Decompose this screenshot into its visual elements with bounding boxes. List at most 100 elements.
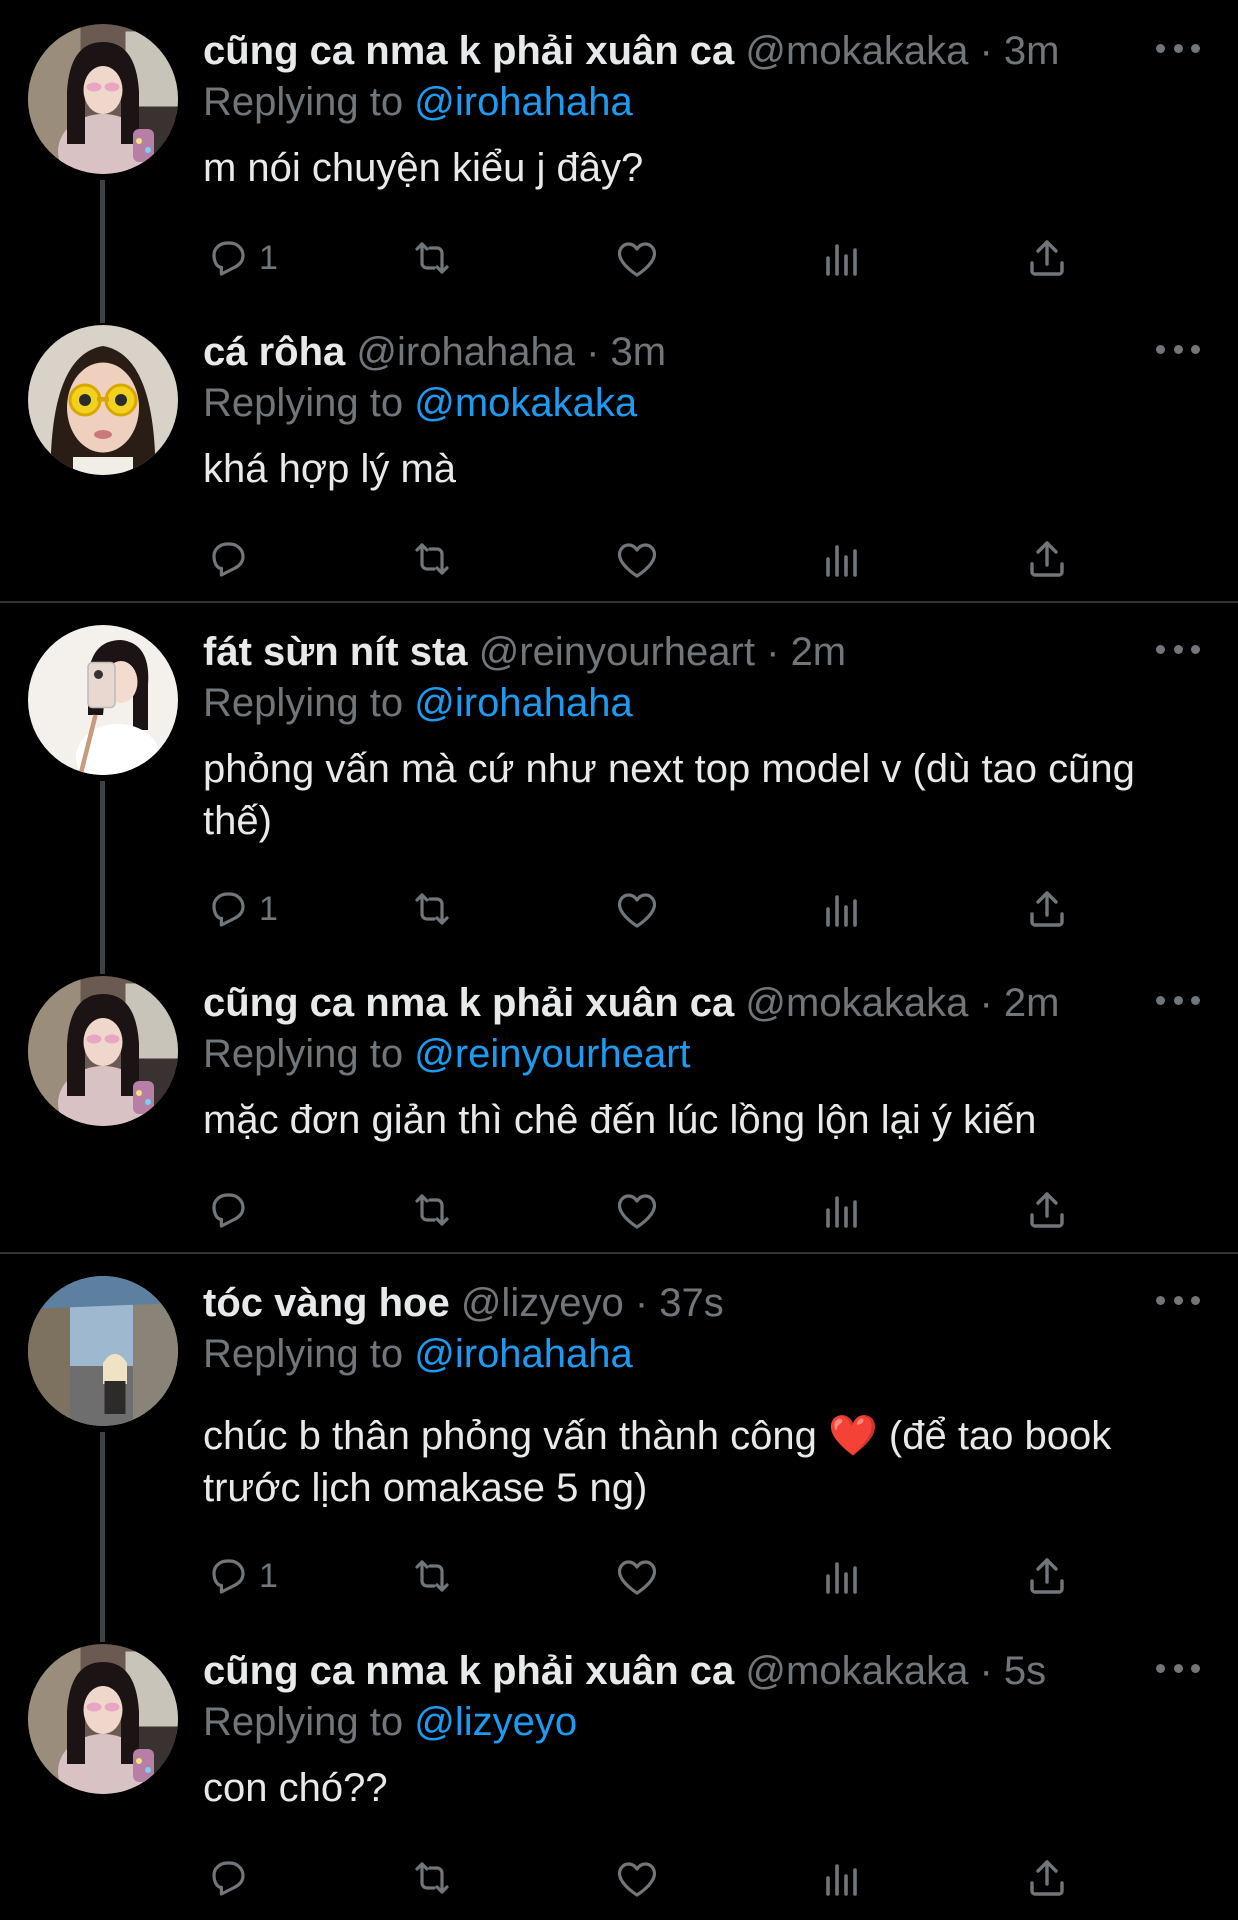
like-button[interactable] xyxy=(613,881,661,937)
retweet-button[interactable] xyxy=(408,1182,456,1238)
avatar[interactable] xyxy=(28,325,178,475)
avatar[interactable] xyxy=(28,1276,178,1426)
mention-link[interactable]: @irohahaha xyxy=(414,80,633,124)
user-handle[interactable]: @mokakaka xyxy=(745,981,968,1025)
timestamp[interactable]: 3m xyxy=(611,330,667,374)
timestamp[interactable]: 37s xyxy=(659,1281,724,1325)
share-icon xyxy=(1023,234,1071,282)
action-bar xyxy=(203,1850,1103,1906)
share-button[interactable] xyxy=(1023,531,1071,587)
tweet-header: cũng ca nma k phải xuân ca @mokakaka · 3… xyxy=(203,26,1148,76)
more-icon[interactable] xyxy=(1156,339,1200,359)
more-icon[interactable] xyxy=(1156,1658,1200,1678)
replying-prefix: Replying to xyxy=(203,80,404,124)
reply-button[interactable] xyxy=(203,1850,259,1906)
share-button[interactable] xyxy=(1023,1548,1071,1604)
mention-link[interactable]: @mokakaka xyxy=(414,381,637,425)
share-icon xyxy=(1023,1186,1071,1234)
share-button[interactable] xyxy=(1023,1182,1071,1238)
retweet-icon xyxy=(408,1186,456,1234)
timestamp[interactable]: 3m xyxy=(1004,29,1060,73)
like-button[interactable] xyxy=(613,1850,661,1906)
replying-prefix: Replying to xyxy=(203,1032,404,1076)
tweet-text: chúc b thân phỏng vấn thành công ❤️ (để … xyxy=(203,1410,1198,1514)
more-icon[interactable] xyxy=(1156,990,1200,1010)
tweet[interactable]: tóc vàng hoe @lizyeyo · 37s Replying to … xyxy=(0,1276,1238,1596)
timestamp[interactable]: 2m xyxy=(1004,981,1060,1025)
display-name[interactable]: cũng ca nma k phải xuân ca xyxy=(203,981,734,1025)
user-handle[interactable]: @reinyourheart xyxy=(479,630,755,674)
like-button[interactable] xyxy=(613,230,661,286)
avatar[interactable] xyxy=(28,24,178,174)
avatar[interactable] xyxy=(28,1644,178,1794)
user-handle[interactable]: @lizyeyo xyxy=(461,1281,624,1325)
display-name[interactable]: cũng ca nma k phải xuân ca xyxy=(203,29,734,73)
display-name[interactable]: tóc vàng hoe xyxy=(203,1281,450,1325)
reply-button[interactable] xyxy=(203,531,259,587)
mention-link[interactable]: @reinyourheart xyxy=(414,1032,690,1076)
tweet[interactable]: cũng ca nma k phải xuân ca @mokakaka · 2… xyxy=(0,976,1238,1246)
retweet-button[interactable] xyxy=(408,1548,456,1604)
views-button[interactable] xyxy=(818,881,866,937)
thread-divider xyxy=(0,601,1238,603)
views-button[interactable] xyxy=(818,1850,866,1906)
timestamp[interactable]: 2m xyxy=(791,630,847,674)
mention-link[interactable]: @irohahaha xyxy=(414,1332,633,1376)
retweet-icon xyxy=(408,535,456,583)
tweet-text: m nói chuyện kiểu j đây? xyxy=(203,146,644,190)
tweet-text: con chó?? xyxy=(203,1766,388,1810)
share-button[interactable] xyxy=(1023,230,1071,286)
user-handle[interactable]: @mokakaka xyxy=(745,1649,968,1693)
share-button[interactable] xyxy=(1023,1850,1071,1906)
retweet-button[interactable] xyxy=(408,230,456,286)
reply-button[interactable]: 1 xyxy=(203,230,278,286)
share-icon xyxy=(1023,535,1071,583)
retweet-icon xyxy=(408,885,456,933)
more-icon[interactable] xyxy=(1156,1290,1200,1310)
separator-dot: · xyxy=(634,1281,649,1325)
replying-prefix: Replying to xyxy=(203,381,404,425)
tweet[interactable]: cá rôha @irohahaha · 3m Replying to @mok… xyxy=(0,325,1238,595)
reply-icon xyxy=(203,1854,251,1902)
display-name[interactable]: cũng ca nma k phải xuân ca xyxy=(203,1649,734,1693)
action-bar xyxy=(203,1182,1103,1238)
mention-link[interactable]: @lizyeyo xyxy=(414,1700,577,1744)
like-button[interactable] xyxy=(613,531,661,587)
timestamp[interactable]: 5s xyxy=(1004,1649,1046,1693)
mention-link[interactable]: @irohahaha xyxy=(414,681,633,725)
views-button[interactable] xyxy=(818,531,866,587)
more-icon[interactable] xyxy=(1156,639,1200,659)
views-button[interactable] xyxy=(818,230,866,286)
like-button[interactable] xyxy=(613,1182,661,1238)
like-icon xyxy=(613,535,661,583)
replying-prefix: Replying to xyxy=(203,1700,404,1744)
views-button[interactable] xyxy=(818,1182,866,1238)
retweet-button[interactable] xyxy=(408,1850,456,1906)
separator-dot: · xyxy=(586,330,600,374)
views-button[interactable] xyxy=(818,1548,866,1604)
reply-button[interactable] xyxy=(203,1182,259,1238)
more-icon[interactable] xyxy=(1156,38,1200,58)
retweet-icon xyxy=(408,234,456,282)
views-icon xyxy=(818,885,866,933)
display-name[interactable]: fát sừn nít sta xyxy=(203,630,468,674)
avatar[interactable] xyxy=(28,976,178,1126)
separator-dot: · xyxy=(979,1649,993,1693)
like-button[interactable] xyxy=(613,1548,661,1604)
share-button[interactable] xyxy=(1023,881,1071,937)
retweet-button[interactable] xyxy=(408,531,456,587)
display-name[interactable]: cá rôha xyxy=(203,330,345,374)
tweet-header: cũng ca nma k phải xuân ca @mokakaka · 2… xyxy=(203,978,1148,1028)
replying-prefix: Replying to xyxy=(203,681,404,725)
user-handle[interactable]: @mokakaka xyxy=(745,29,968,73)
tweet[interactable]: cũng ca nma k phải xuân ca @mokakaka · 3… xyxy=(0,24,1238,294)
tweet[interactable]: cũng ca nma k phải xuân ca @mokakaka · 5… xyxy=(0,1644,1238,1914)
user-handle[interactable]: @irohahaha xyxy=(356,330,575,374)
thread-divider xyxy=(0,1252,1238,1254)
retweet-button[interactable] xyxy=(408,881,456,937)
reply-icon xyxy=(203,1186,251,1234)
reply-button[interactable]: 1 xyxy=(203,1548,278,1604)
reply-button[interactable]: 1 xyxy=(203,881,278,937)
avatar[interactable] xyxy=(28,625,178,775)
tweet[interactable]: fát sừn nít sta @reinyourheart · 2m Repl… xyxy=(0,625,1238,945)
